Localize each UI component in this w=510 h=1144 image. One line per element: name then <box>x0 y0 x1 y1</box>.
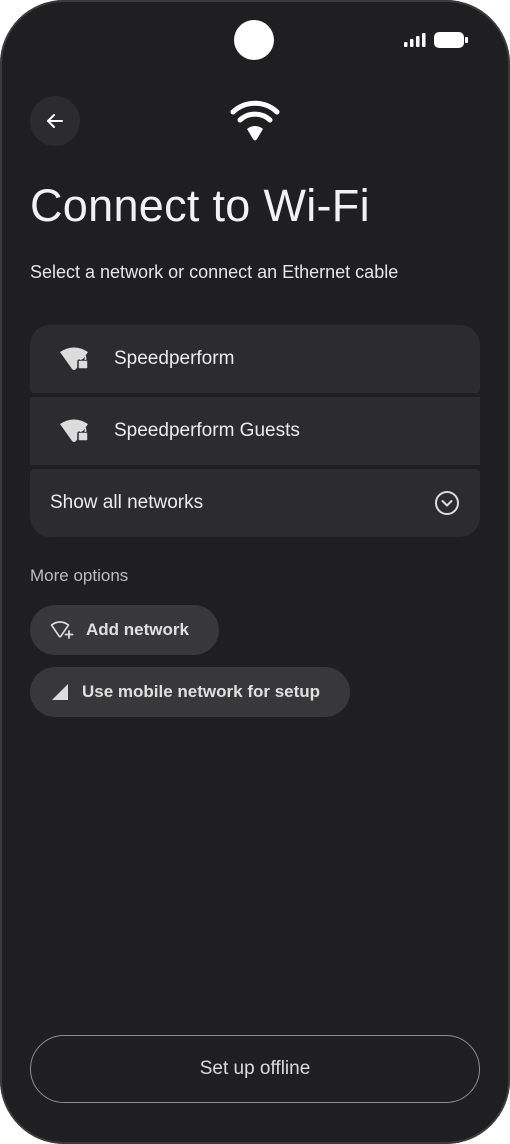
add-network-button[interactable]: Add network <box>30 605 219 655</box>
cellular-icon <box>52 684 68 700</box>
network-item-speedperform-guests[interactable]: Speedperform Guests <box>30 397 480 465</box>
cellular-signal-icon <box>404 33 426 47</box>
show-all-networks-button[interactable]: Show all networks <box>30 469 480 537</box>
network-name: Speedperform <box>114 348 235 369</box>
wifi-lock-icon <box>58 346 92 372</box>
network-list: Speedperform Speedperform Guests Show al… <box>30 325 480 537</box>
front-camera <box>234 20 274 60</box>
network-item-speedperform[interactable]: Speedperform <box>30 325 480 393</box>
phone-screen: Connect to Wi-Fi Select a network or con… <box>0 0 510 1144</box>
status-bar <box>404 32 468 48</box>
use-mobile-network-label: Use mobile network for setup <box>82 682 321 701</box>
network-name: Speedperform Guests <box>114 420 300 441</box>
add-network-label: Add network <box>86 620 189 639</box>
wifi-icon <box>230 100 280 141</box>
set-up-offline-button[interactable]: Set up offline <box>30 1035 480 1103</box>
page-subtitle: Select a network or connect an Ethernet … <box>30 262 399 282</box>
page-title: Connect to Wi-Fi <box>30 180 370 231</box>
battery-icon <box>434 32 468 48</box>
chevron-down-circle-icon <box>435 491 459 515</box>
wifi-add-icon <box>50 621 74 639</box>
use-mobile-network-button[interactable]: Use mobile network for setup <box>30 667 351 717</box>
arrow-left-icon <box>47 114 63 128</box>
show-all-networks-label: Show all networks <box>50 492 204 513</box>
wifi-lock-icon <box>58 418 92 444</box>
more-options-heading: More options <box>30 566 129 585</box>
back-button[interactable] <box>30 96 80 146</box>
